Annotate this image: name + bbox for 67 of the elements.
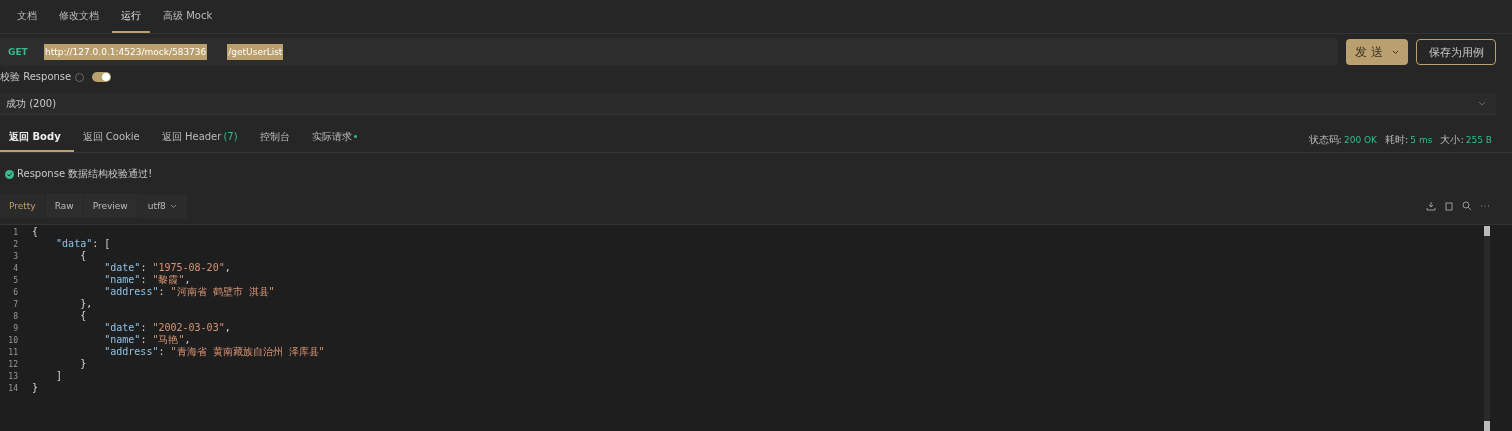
help-icon [75, 72, 85, 82]
count-text: (7) [223, 131, 238, 142]
line-number: 11 [7, 347, 18, 357]
chevron-icon [169, 203, 177, 209]
url-base-text: http://127.0.0.1:4523/mock/583736 [44, 44, 208, 60]
line-number: 6 [12, 287, 18, 297]
stat-value: 5 ms [1410, 135, 1433, 145]
code-line: { [32, 226, 39, 238]
line-number: 3 [12, 251, 18, 261]
stat-value: 200 OK [1343, 135, 1377, 145]
code-line: ] [55, 370, 63, 382]
code-line: }, [79, 298, 93, 310]
line-number: 2 [12, 239, 18, 249]
check-icon [5, 169, 14, 179]
url-path-text: /getUserList [227, 44, 284, 60]
line-number: 12 [7, 359, 18, 369]
send-button[interactable]: 发 送 [1346, 39, 1408, 65]
line-number: 1 [12, 227, 18, 237]
code-line: "address": "河南省 鹤壁市 淇县" [103, 286, 275, 298]
response-tab[interactable]: 返回 Header (7) [152, 123, 251, 152]
format-tab[interactable]: Preview [83, 194, 138, 218]
code-line: } [79, 358, 87, 370]
line-number: 4 [12, 263, 18, 273]
url-field[interactable]: GET http://127.0.0.1:4523/mock/583736 /getUserList [0, 38, 1338, 66]
code-line: "name": "黎霞", [103, 274, 191, 286]
copy-icon[interactable] [1444, 201, 1454, 211]
code-line: "date": "2002-03-03", [103, 322, 231, 334]
response-tab[interactable]: 实际请求 [302, 123, 370, 152]
tab[interactable]: 修改文档 [50, 0, 108, 33]
line-number: 13 [7, 371, 18, 381]
search-icon[interactable] [1462, 201, 1472, 211]
validate-label: 校验 Response [0, 70, 72, 84]
line-number: 5 [12, 275, 18, 285]
code-line: "date": "1975-08-20", [103, 262, 231, 274]
line-number: 7 [12, 299, 18, 309]
response-tab[interactable]: 返回 Body [0, 123, 74, 152]
method-label: GET [8, 47, 29, 57]
line-number: 8 [12, 311, 18, 321]
tab[interactable]: 高级 Mock [154, 0, 222, 33]
response-tab[interactable]: 返回 Cookie [73, 123, 153, 152]
code-line: { [79, 250, 87, 262]
line-number: 14 [7, 383, 18, 393]
encoding-select[interactable]: utf8 [137, 194, 187, 218]
scrollbar[interactable] [1484, 226, 1490, 431]
format-tab[interactable]: Raw [45, 194, 84, 218]
code-line: { [79, 310, 87, 322]
stat-label: 状态码: [1308, 134, 1342, 145]
save-button[interactable]: 保存为用例 [1416, 39, 1496, 65]
code-line: } [32, 382, 39, 394]
download-icon[interactable] [1426, 201, 1436, 211]
tab[interactable]: 文档 [8, 0, 46, 33]
stat-label: 耗时: [1385, 134, 1409, 145]
code-line: "address": "青海省 黄南藏族自治州 泽库县" [103, 346, 325, 358]
response-select[interactable]: 成功 (200) [0, 93, 1496, 115]
format-tab[interactable]: Pretty [0, 194, 46, 218]
stat-value: 255 B [1465, 135, 1492, 145]
code-line: "data": [ [55, 238, 111, 250]
code-line: "name": "马艳", [103, 334, 191, 346]
validate-switch[interactable] [92, 72, 112, 82]
response-tab[interactable]: 控制台 [250, 123, 303, 152]
stat-label: 大小: [1440, 134, 1464, 145]
tab[interactable]: 运行 [112, 0, 150, 33]
validation-message: Response 数据结构校验通过! [17, 167, 153, 181]
caret-icon [1392, 49, 1400, 55]
chevron-icon [1478, 101, 1486, 106]
line-number: 10 [7, 335, 18, 345]
line-number: 9 [12, 323, 18, 333]
